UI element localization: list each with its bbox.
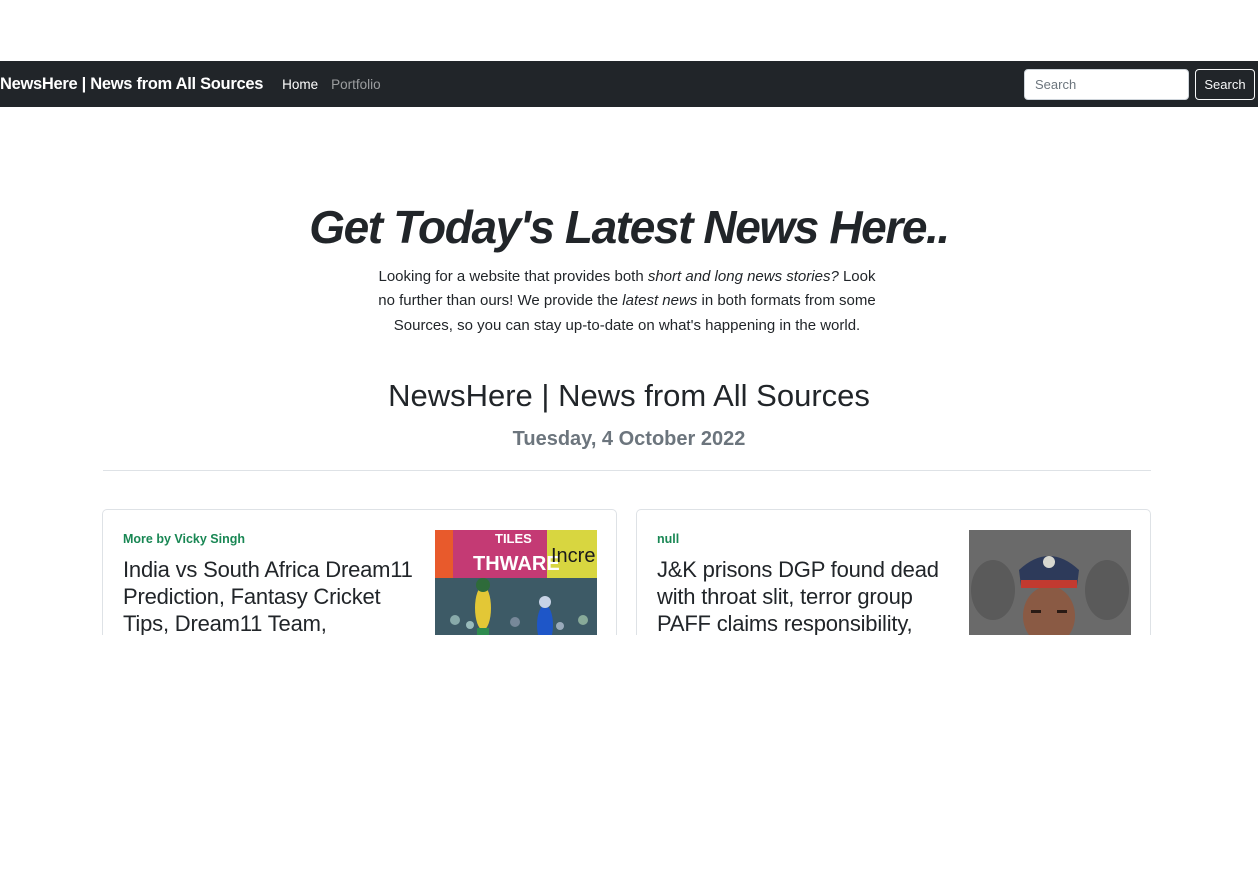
police-officer-photo-icon[interactable] [969,530,1131,649]
card-title[interactable]: J&K prisons DGP found dead with throat s… [657,556,955,637]
nav-home-link[interactable]: Home [282,77,318,92]
hero-description: Looking for a website that provides both… [370,265,884,338]
news-card[interactable]: More by Vicky Singh India vs South Afric… [102,509,617,649]
nav-portfolio-link[interactable]: Portfolio [331,77,381,92]
hero-text-part: Looking for a website that provides both [378,268,648,285]
brand-link[interactable]: NewsHere | News from All Sources [0,75,263,94]
site-title: NewsHere | News from All Sources [388,378,870,413]
nav-links: Home Portfolio [282,77,381,92]
svg-text:Incre: Incre [551,545,595,567]
cricket-photo-icon[interactable]: TILES THWARE Incre [435,530,597,649]
svg-text:THWARE: THWARE [473,553,560,575]
search-button[interactable]: Search [1195,69,1255,100]
news-card[interactable]: null J&K prisons DGP found dead with thr… [636,509,1151,649]
hero-text-emphasis: short and long news stories? [647,268,839,285]
hero-text-emphasis: latest news [622,292,698,310]
card-title[interactable]: India vs South Africa Dream11 Prediction… [123,556,421,637]
svg-text:TILES: TILES [495,531,532,546]
current-date: Tuesday, 4 October 2022 [512,428,746,450]
search-input[interactable] [1024,69,1189,100]
search-form: Search [1024,69,1255,100]
hero-title: Get Today's Latest News Here.. [309,201,950,253]
divider [103,470,1151,471]
top-navbar: NewsHere | News from All Sources Home Po… [0,61,1258,107]
card-author-link[interactable]: More by Vicky Singh [123,532,245,546]
blank-area [0,635,1258,891]
card-author-link[interactable]: null [657,532,679,546]
